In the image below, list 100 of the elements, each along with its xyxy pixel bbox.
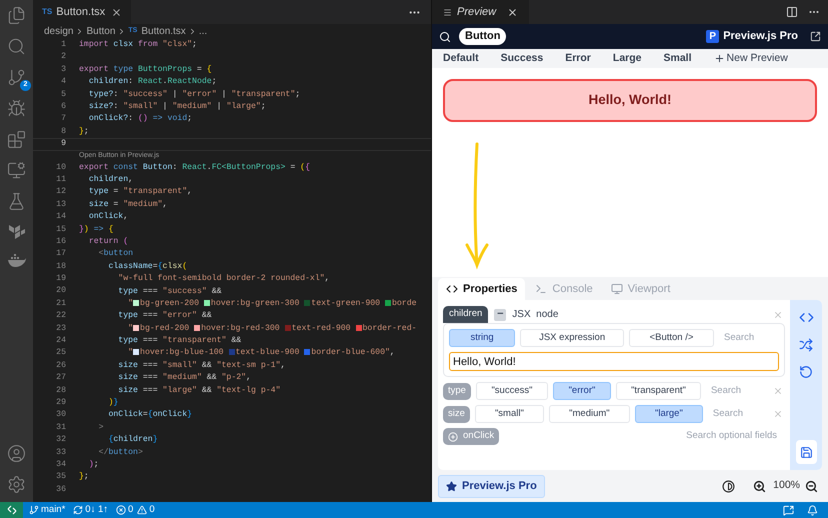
option-button[interactable]: "medium" <box>548 405 630 423</box>
preview-button[interactable]: Hello, World! <box>443 79 817 122</box>
code-line: type = "transparent", <box>88 188 192 197</box>
variant-tab[interactable]: Success <box>500 50 544 66</box>
code-line: size === "medium" && "p-2", <box>117 374 252 382</box>
files-icon[interactable] <box>7 6 26 25</box>
flask-icon[interactable] <box>7 192 26 211</box>
code-line: export type ButtonProps = { <box>79 66 212 74</box>
variant-tab[interactable]: Large <box>612 50 642 66</box>
option-button[interactable]: "error" <box>552 382 611 400</box>
line-number: 27 <box>55 372 66 384</box>
code-line: onClick?: () => void; <box>88 115 192 124</box>
monitor-gear-icon[interactable] <box>7 161 26 180</box>
breadcrumb-item[interactable]: Button.tsx <box>141 24 186 38</box>
line-number: 20 <box>55 285 66 298</box>
logo-icon: P <box>706 30 720 43</box>
bell-icon[interactable] <box>807 504 818 516</box>
line-number: 8 <box>60 126 66 138</box>
checkbox[interactable]: − <box>494 308 506 320</box>
close-icon[interactable] <box>507 6 518 18</box>
external-link-icon[interactable] <box>810 31 821 42</box>
line-number: 36 <box>55 484 66 496</box>
code-line: " bg-green-200 hover:bg-green-300 text-green-900 borde <box>127 300 417 308</box>
line-number: 19 <box>55 273 66 286</box>
problems-status[interactable]: 0 0 <box>116 502 155 518</box>
save-icon <box>800 446 812 458</box>
remote-button[interactable] <box>0 502 23 518</box>
zoom-in-icon[interactable] <box>753 480 766 492</box>
feedback-icon[interactable] <box>783 504 794 516</box>
line-number: 6 <box>60 101 66 113</box>
undo-icon[interactable] <box>799 365 813 379</box>
code-line: size = "medium", <box>88 200 168 209</box>
line-number: 25 <box>55 347 66 360</box>
remote-icon <box>6 505 16 515</box>
search-field[interactable]: Search <box>706 384 768 398</box>
sync-status[interactable]: 0↓ 1↑ <box>73 502 108 518</box>
code-line: )} <box>107 399 118 408</box>
code-line: export const Button: React.FC<ButtonProps> = ({ <box>79 164 310 172</box>
code-line: onClick, <box>88 213 128 222</box>
breadcrumb-item[interactable]: Button <box>86 24 116 38</box>
search-field[interactable]: Search <box>719 330 779 346</box>
line-number: 21 <box>55 298 66 310</box>
code-line: " bg-red-200 hover:bg-red-300 text-red-900 border-red- <box>127 324 417 333</box>
tab-title: Preview <box>457 4 496 20</box>
branch-icon <box>29 505 39 515</box>
contrast-icon[interactable] <box>722 480 736 492</box>
search-icon[interactable] <box>439 30 451 42</box>
line-number: 33 <box>55 446 66 459</box>
language-label: TS <box>42 6 52 18</box>
search-field[interactable]: Search <box>708 406 768 422</box>
component-pill[interactable]: Button <box>459 28 506 45</box>
field-label: type <box>443 382 471 400</box>
blocks-icon[interactable] <box>7 130 26 149</box>
variant-tab[interactable]: Default <box>443 50 479 66</box>
line-number: 11 <box>55 174 66 186</box>
line-number: 28 <box>55 384 66 397</box>
line-number: 24 <box>55 335 66 348</box>
error-icon <box>116 505 126 515</box>
line-number: 2 <box>60 51 66 64</box>
option-button[interactable]: JSX expression <box>520 329 624 347</box>
line-number: 18 <box>55 260 66 273</box>
code-icon <box>446 283 458 295</box>
breadcrumb-item[interactable]: ... <box>198 24 208 38</box>
panel-tab[interactable]: Properties <box>438 278 526 300</box>
stacked-blocks-icon[interactable] <box>8 223 26 241</box>
variant-tab[interactable]: Error <box>565 50 591 66</box>
option-button[interactable]: "small" <box>474 405 544 423</box>
line-number: 31 <box>55 422 66 434</box>
optional-search-field[interactable]: Search optional fields <box>667 429 777 444</box>
breadcrumb-item[interactable]: design <box>44 24 74 38</box>
option-button[interactable]: "large" <box>634 405 703 423</box>
value-field[interactable]: Hello, World! <box>449 352 779 371</box>
account-icon[interactable] <box>7 444 26 463</box>
pro-button[interactable]: Preview.js Pro <box>438 474 545 498</box>
branch-icon[interactable] <box>7 68 26 87</box>
option-button[interactable]: "transparent" <box>616 382 701 400</box>
option-button[interactable]: "success" <box>476 382 548 400</box>
bug-icon[interactable] <box>7 99 26 118</box>
branch-status[interactable]: main* <box>29 502 66 518</box>
line-number: 15 <box>55 224 66 236</box>
settings-icon[interactable] <box>7 475 26 494</box>
tab-title: Button.tsx <box>56 4 106 20</box>
option-button[interactable]: <Button /> <box>629 329 714 347</box>
split-editor-icon[interactable] <box>786 6 798 18</box>
save-button[interactable] <box>796 440 816 464</box>
new-preview-button[interactable]: New Preview <box>714 50 788 66</box>
editor-tab[interactable]: TS Button.tsx <box>33 0 132 24</box>
shuffle-icon[interactable] <box>799 338 813 352</box>
option-button[interactable]: string <box>449 329 516 347</box>
container-ship-icon[interactable] <box>6 253 26 267</box>
close-icon[interactable] <box>111 6 122 18</box>
line-number: 29 <box>55 396 66 409</box>
variant-tab[interactable]: Small <box>664 50 692 66</box>
preview-tab[interactable]: Preview <box>432 0 530 24</box>
plus-icon <box>448 432 458 442</box>
zoom-out-icon[interactable] <box>805 480 818 492</box>
code-icon[interactable] <box>798 310 814 325</box>
code-line: type === "success" && <box>117 288 222 296</box>
plus-icon <box>714 53 725 64</box>
line-number: 26 <box>55 360 66 372</box>
